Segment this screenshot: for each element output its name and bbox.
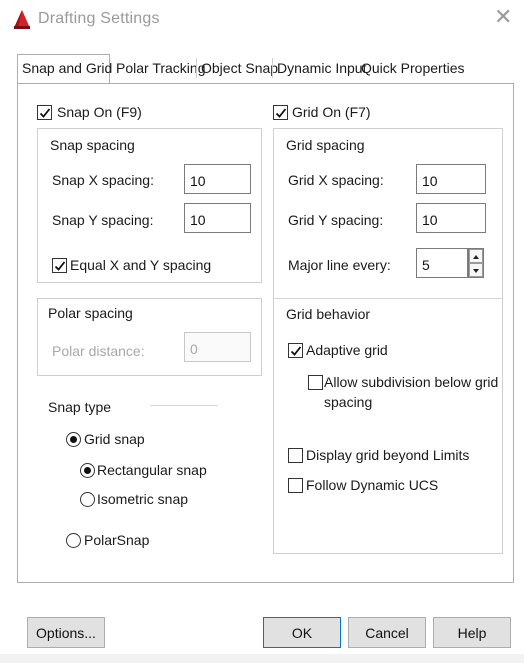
snap-x-input[interactable]	[184, 164, 251, 194]
allow-subdivision-label-1: Allow subdivision below grid	[324, 374, 499, 390]
rectangular-snap-radio[interactable]	[80, 463, 95, 478]
grid-behavior-divider	[274, 298, 502, 299]
rectangular-snap-label: Rectangular snap	[97, 462, 207, 478]
snap-y-input[interactable]	[184, 203, 251, 233]
tab-quick-properties[interactable]: Quick Properties	[361, 60, 464, 76]
polar-spacing-heading: Polar spacing	[48, 305, 133, 321]
help-button[interactable]: Help	[433, 617, 511, 648]
tab-divider	[196, 58, 197, 78]
grid-on-label: Grid On (F7)	[292, 104, 371, 120]
major-line-label: Major line every:	[288, 257, 391, 273]
polar-distance-input	[184, 332, 251, 362]
tab-snap-and-grid[interactable]: Snap and Grid	[22, 60, 112, 76]
grid-x-input[interactable]	[416, 164, 486, 194]
cancel-button[interactable]: Cancel	[348, 617, 426, 648]
grid-snap-label: Grid snap	[84, 431, 145, 447]
spin-up-icon[interactable]	[469, 249, 483, 263]
allow-subdivision-label-2: spacing	[324, 394, 373, 410]
grid-y-label: Grid Y spacing:	[288, 212, 384, 228]
window-title: Drafting Settings	[38, 10, 160, 27]
snap-on-checkbox[interactable]	[37, 105, 52, 120]
grid-x-label: Grid X spacing:	[288, 172, 384, 188]
grid-spacing-heading: Grid spacing	[286, 137, 365, 153]
polar-distance-label: Polar distance:	[52, 343, 145, 359]
snap-x-label: Snap X spacing:	[52, 172, 154, 188]
equal-spacing-label: Equal X and Y spacing	[70, 257, 212, 273]
isometric-snap-label: Isometric snap	[97, 491, 189, 507]
equal-spacing-checkbox[interactable]	[52, 258, 67, 273]
follow-dynamic-ucs-label: Follow Dynamic UCS	[306, 477, 439, 493]
close-icon[interactable]: ✕	[494, 6, 512, 28]
display-beyond-limits-checkbox[interactable]	[288, 448, 303, 463]
major-line-input[interactable]	[416, 248, 468, 278]
snap-type-heading: Snap type	[48, 399, 112, 415]
options-button[interactable]: Options...	[27, 617, 105, 648]
ok-button[interactable]: OK	[263, 617, 341, 648]
polarsnap-label: PolarSnap	[84, 532, 150, 548]
spin-down-icon[interactable]	[469, 263, 483, 277]
adaptive-grid-label: Adaptive grid	[306, 342, 388, 358]
grid-y-input[interactable]	[416, 203, 486, 233]
major-line-spinner[interactable]	[468, 248, 484, 278]
allow-subdivision-checkbox[interactable]	[308, 375, 323, 390]
polarsnap-radio[interactable]	[66, 533, 81, 548]
status-strip	[0, 654, 524, 663]
tab-divider	[272, 58, 273, 78]
isometric-snap-radio[interactable]	[80, 492, 95, 507]
tab-object-snap[interactable]: Object Snap	[201, 60, 278, 76]
snap-spacing-heading: Snap spacing	[50, 137, 135, 153]
grid-behavior-heading: Grid behavior	[286, 306, 371, 322]
snap-y-label: Snap Y spacing:	[52, 212, 154, 228]
grid-on-checkbox[interactable]	[273, 105, 288, 120]
follow-dynamic-ucs-checkbox[interactable]	[288, 478, 303, 493]
snap-type-divider	[150, 405, 218, 406]
app-icon	[12, 8, 32, 30]
snap-on-label: Snap On (F9)	[57, 104, 142, 120]
tab-dynamic-input[interactable]: Dynamic Input	[277, 60, 366, 76]
adaptive-grid-checkbox[interactable]	[288, 343, 303, 358]
display-beyond-limits-label: Display grid beyond Limits	[306, 447, 470, 463]
grid-snap-radio[interactable]	[66, 432, 81, 447]
tab-polar-tracking[interactable]: Polar Tracking	[116, 60, 205, 76]
